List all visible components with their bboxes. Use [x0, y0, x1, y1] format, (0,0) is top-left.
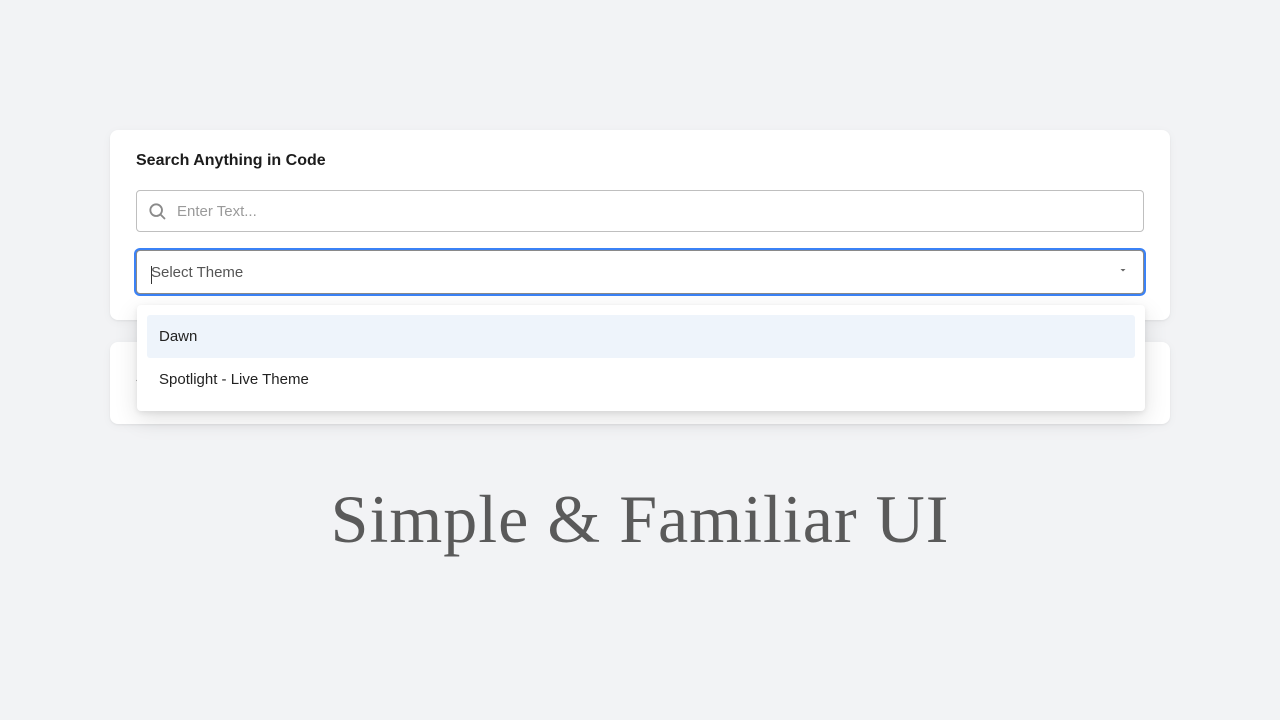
search-card: Search Anything in Code Select Theme Daw…: [110, 130, 1170, 320]
chevron-down-icon: [1117, 263, 1129, 281]
theme-select-placeholder: Select Theme: [151, 264, 243, 281]
search-card-title: Search Anything in Code: [136, 152, 1144, 170]
search-input-row[interactable]: [136, 190, 1144, 232]
theme-option-dawn[interactable]: Dawn: [147, 315, 1135, 358]
theme-select[interactable]: Select Theme Dawn Spotlight - Live Theme: [136, 250, 1144, 294]
search-input[interactable]: [177, 203, 1133, 220]
theme-option-spotlight[interactable]: Spotlight - Live Theme: [147, 358, 1135, 401]
theme-dropdown: Dawn Spotlight - Live Theme: [137, 305, 1145, 411]
tagline-text: Simple & Familiar UI: [110, 480, 1170, 559]
search-icon: [147, 201, 167, 221]
